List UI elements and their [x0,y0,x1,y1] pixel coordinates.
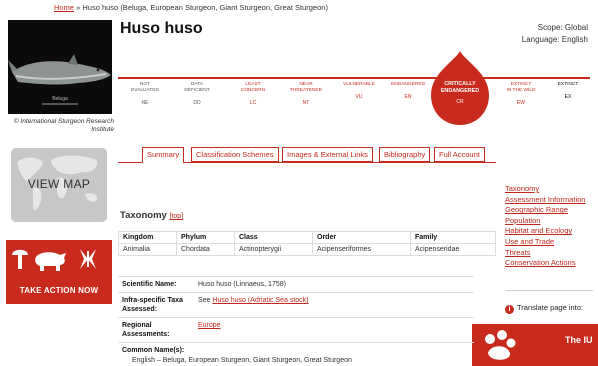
view-map-label: VIEW MAP [27,177,91,191]
category-nt-label: NEAR THREATENED [289,82,323,93]
category-nt-code: NT [302,99,310,106]
language-line: Language: English [521,35,588,44]
sturgeon-image: Beluga [8,20,112,114]
infra-taxa-label: Infra-specific Taxa Assessed: [122,297,183,314]
category-cr-label: CRITICALLY ENDANGERED [440,81,480,94]
value-phylum: Chordata [176,243,235,256]
species-photo[interactable]: Beluga [8,20,112,114]
iucn-promo-banner[interactable]: The IU [472,324,598,366]
common-names-row: Common Name(s): English – Beluga, Europe… [118,343,474,366]
nav-link-use-trade[interactable]: Use and Trade [505,237,585,248]
nav-link-taxonomy[interactable]: Taxonomy [505,184,585,195]
category-ew-label: EXTINCT IN THE WILD [506,82,536,93]
value-order: Acipenseriformes [312,243,411,256]
category-ne[interactable]: NOT EVALUATED NE [120,82,170,106]
category-en-label: ENDANGERED [391,82,425,87]
breadcrumb-home-link[interactable]: Home [54,3,74,12]
breadcrumb: Home » Huso huso (Beluga, European Sturg… [54,3,328,12]
category-ex[interactable]: EXTINCT EX [543,82,593,100]
section-nav: Taxonomy Assessment Information Geograph… [505,184,585,269]
regional-assessments-label: Regional Assessments: [122,322,170,339]
category-cr-code: CR [456,99,464,105]
breadcrumb-separator: » [76,3,81,12]
category-vu-label: VULNERABLE [343,82,375,87]
category-lc-label: LEAST CONCERN [240,82,266,93]
category-bar-line [118,77,590,79]
category-ew[interactable]: EXTINCT IN THE WILD EW [496,82,546,106]
info-icon: i [505,305,514,314]
tab-summary[interactable]: Summary [142,147,185,164]
value-class: Actinopterygii [234,243,313,256]
taxonomy-heading: Taxonomy [top] [120,210,183,221]
taxonomy-header-row: Kingdom Phylum Class Order Family [118,231,496,244]
category-lc[interactable]: LEAST CONCERN LC [228,82,278,106]
scope-line: Scope: Global [537,23,588,32]
view-map-button[interactable]: VIEW MAP [11,148,107,222]
header-phylum: Phylum [176,231,235,244]
category-vu[interactable]: VULNERABLE VU [334,82,384,100]
header-order: Order [312,231,411,244]
tab-classification-schemes[interactable]: Classification Schemes [191,147,279,162]
common-names-value: English – Beluga, European Sturgeon, Gia… [132,356,352,364]
category-dd[interactable]: DATA DEFICIENT DD [172,82,222,106]
category-dd-code: DD [193,99,201,106]
assessment-tabs: Summary Classification Schemes Images & … [118,147,496,164]
red-list-category-bar: NOT EVALUATED NE DATA DEFICIENT DD LEAST CONCER… [118,51,593,125]
tab-full-account[interactable]: Full Account [434,147,485,162]
paw-print-icon [485,330,516,360]
translate-label: Translate page into: [517,303,584,312]
take-action-label: TAKE ACTION NOW [19,286,99,295]
infra-taxa-link[interactable]: Huso huso (Adriatic Sea stock) [212,297,308,304]
common-names-label: Common Name(s): [122,347,185,355]
taxonomy-value-row: Animalia Chordata Actinopterygii Acipens… [118,243,496,256]
scientific-name-label: Scientific Name: [122,281,177,288]
nav-link-geographic-range[interactable]: Geographic Range [505,205,585,216]
scientific-name-value: Huso huso (Linnaeus, 1758) [198,281,286,288]
value-kingdom: Animalia [118,243,177,256]
nav-link-habitat-ecology[interactable]: Habitat and Ecology [505,226,585,237]
category-ne-label: NOT EVALUATED [131,82,159,93]
category-vu-code: VU [355,93,363,100]
category-nt[interactable]: NEAR THREATENED NT [281,82,331,106]
top-link[interactable]: [top] [169,213,183,220]
category-en[interactable]: ENDANGERED EN [383,82,433,100]
category-en-code: EN [404,93,412,100]
breadcrumb-current: Huso huso (Beluga, European Sturgeon, Gi… [82,3,328,12]
sidebar-divider [505,290,593,291]
photo-caption: © International Sturgeon Research Instit… [13,118,114,134]
tab-bibliography[interactable]: Bibliography [379,147,431,162]
taxonomy-heading-text: Taxonomy [120,210,167,221]
category-ex-label: EXTINCT [557,82,579,87]
iucn-banner-text: The IU [565,335,593,345]
infra-taxa-prefix: See [198,297,211,305]
header-class: Class [234,231,313,244]
take-action-banner[interactable]: TAKE ACTION NOW [6,240,112,304]
header-family: Family [410,231,496,244]
category-dd-label: DATA DEFICIENT [184,82,210,93]
animal-silhouettes-icon [12,249,96,271]
nav-link-threats[interactable]: Threats [505,248,585,259]
tab-images-external-links[interactable]: Images & External Links [282,147,373,162]
header-kingdom: Kingdom [118,231,177,244]
scientific-name-row: Scientific Name: Huso huso (Linnaeus, 175… [118,277,474,294]
photo-inner-caption: Beluga [52,96,68,102]
category-lc-code: LC [249,99,257,106]
nav-link-conservation-actions[interactable]: Conservation Actions [505,258,585,269]
nav-link-assessment-information[interactable]: Assessment Information [505,195,585,206]
species-details: Scientific Name: Huso huso (Linnaeus, 175… [118,276,474,366]
scope-info: Scope: Global Language: English [522,22,588,46]
taxonomy-table: Kingdom Phylum Class Order Family Animal… [118,231,496,256]
regional-assessments-row: Regional Assessments: Europe [118,318,474,344]
translate-widget[interactable]: i Translate page into: [505,303,583,314]
nav-link-population[interactable]: Population [505,216,585,227]
infra-taxa-row: Infra-specific Taxa Assessed: See Huso hu… [118,293,474,319]
regional-europe-link[interactable]: Europe [198,322,221,329]
category-ne-code: NE [141,99,149,106]
species-title: Huso huso [120,20,203,37]
value-family: Acipenseridae [410,243,496,256]
category-ex-code: EX [564,93,572,100]
category-ew-code: EW [516,99,526,106]
